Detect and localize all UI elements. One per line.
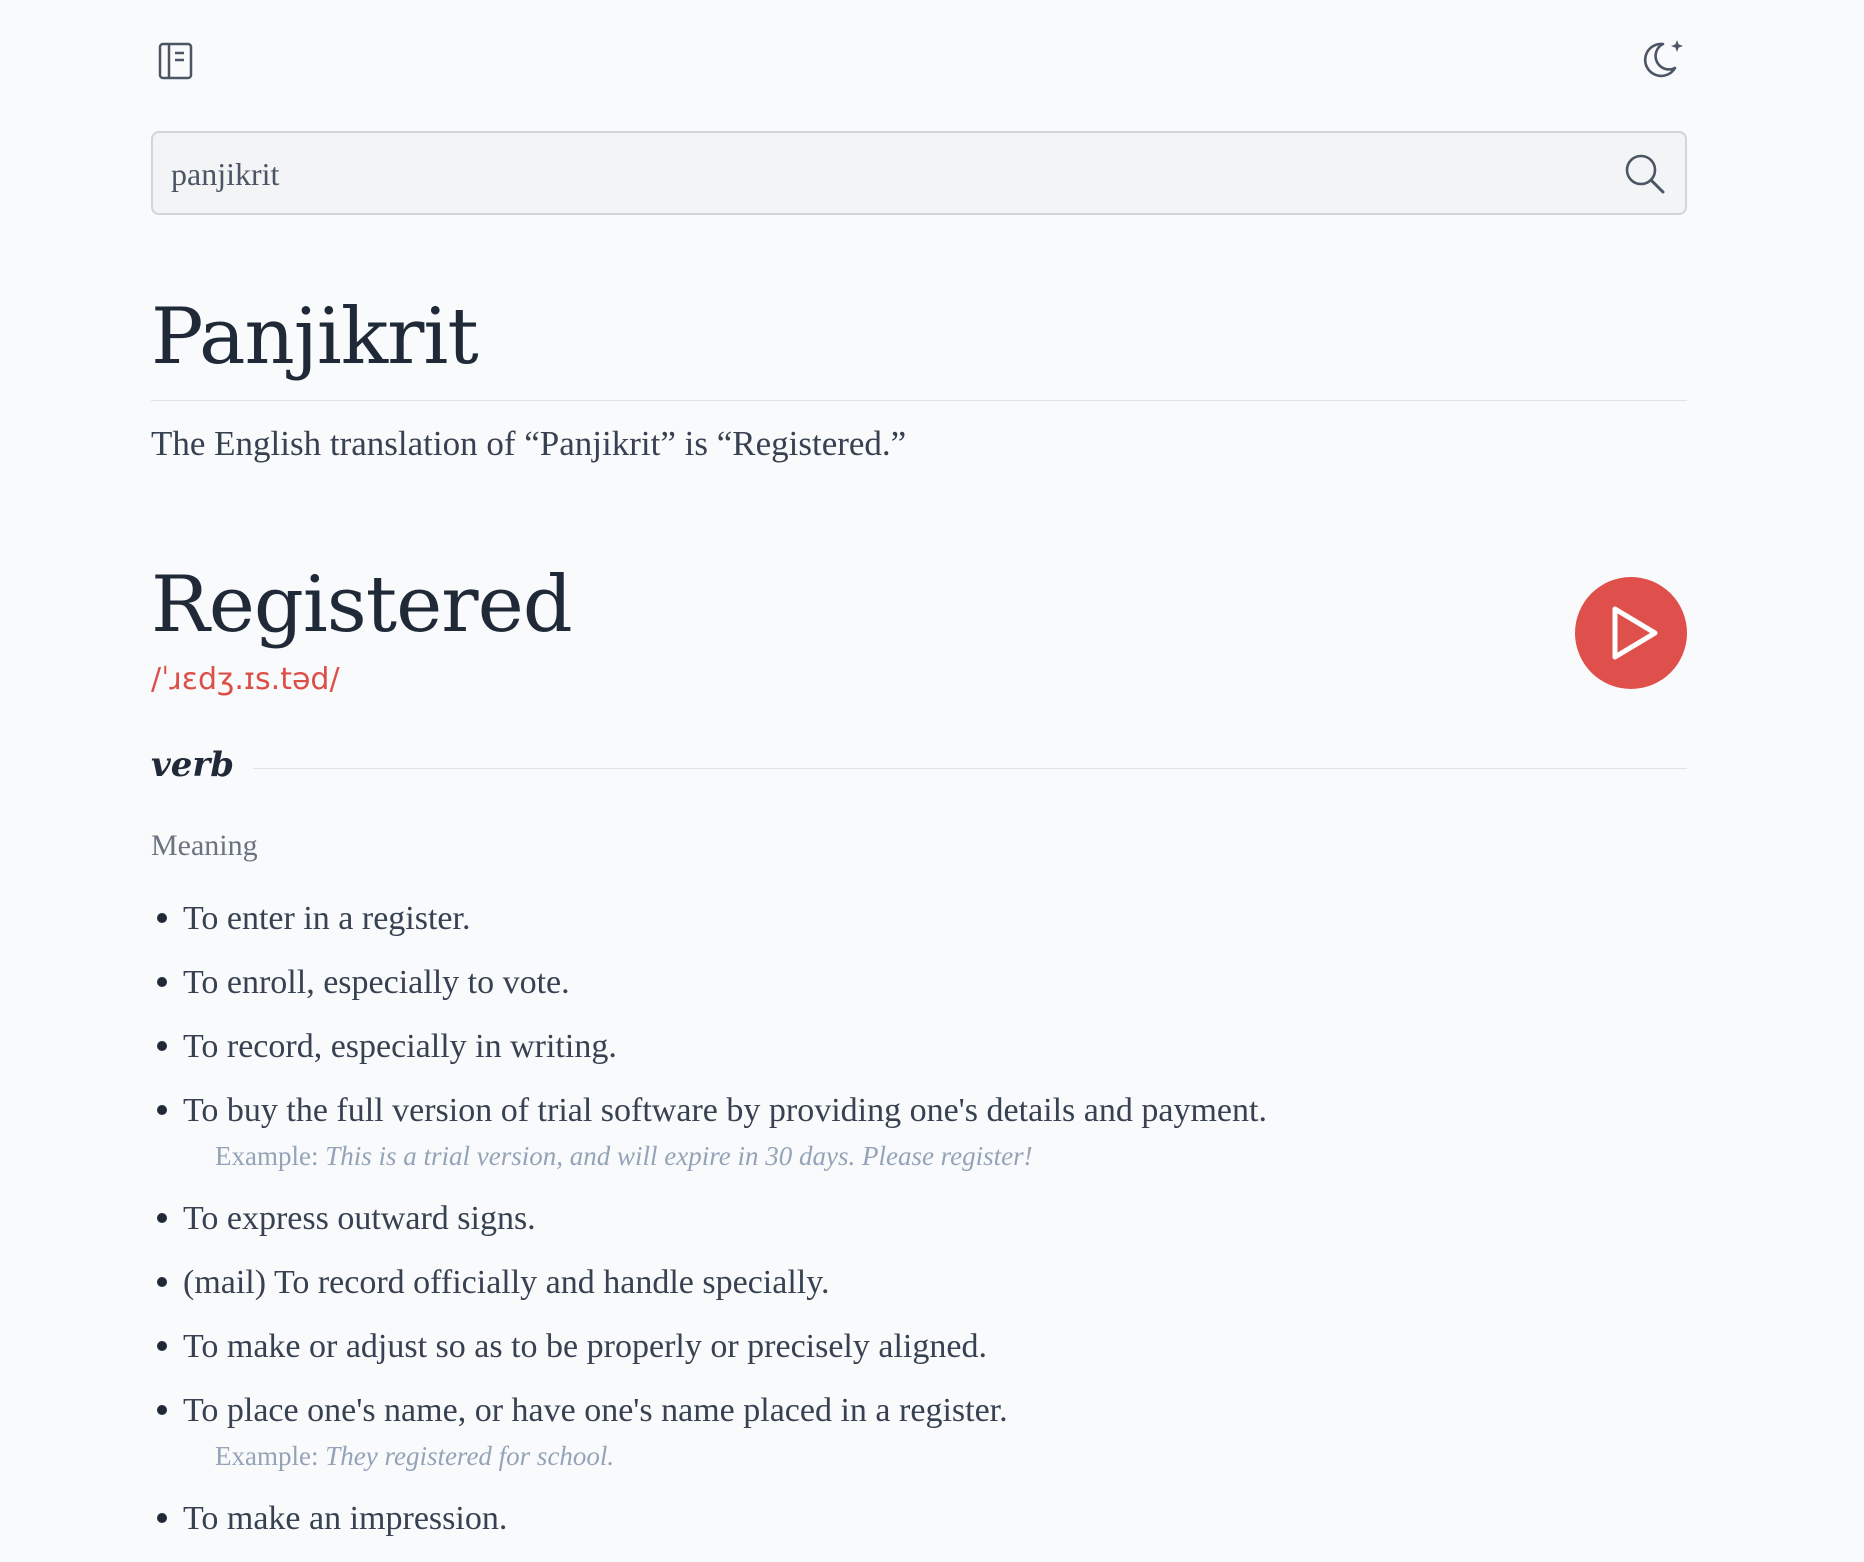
definition-text: To place one's name, or have one's name … xyxy=(183,1392,1008,1429)
headword-title: Panjikrit xyxy=(151,292,479,382)
example-text: They registered for school. xyxy=(325,1441,615,1471)
definition-text: To make or adjust so as to be properly o… xyxy=(183,1328,987,1365)
example-text: This is a trial version, and will expire… xyxy=(325,1141,1033,1171)
moon-star-icon[interactable] xyxy=(1643,36,1687,80)
meaning-label: Meaning xyxy=(151,829,258,862)
divider xyxy=(253,768,1687,769)
dictionary-page: Panjikrit The English translation of “Pa… xyxy=(0,0,1864,1562)
phonetic-text: /ˈɹɛdʒ.ɪs.təd/ xyxy=(151,662,340,697)
search-icon[interactable] xyxy=(1623,152,1667,196)
book-icon[interactable] xyxy=(157,40,195,82)
bullet xyxy=(157,1341,167,1351)
list-item: To enter in a register. xyxy=(151,887,1687,951)
example-label: Example: xyxy=(215,1441,319,1471)
list-item: To record, especially in writing. xyxy=(151,1015,1687,1079)
definition-text: (mail) To record officially and handle s… xyxy=(183,1264,830,1301)
part-of-speech-row: verb xyxy=(151,740,1687,796)
definition-text: To express outward signs. xyxy=(183,1200,536,1237)
definition-text: To make an impression. xyxy=(183,1500,508,1537)
list-item: To express outward signs. xyxy=(151,1187,1687,1251)
play-icon xyxy=(1612,606,1658,660)
word-section: Registered xyxy=(151,555,573,655)
part-of-speech: verb xyxy=(151,745,235,785)
bullet xyxy=(157,977,167,987)
list-item: To enroll, especially to vote. xyxy=(151,951,1687,1015)
definition-text: To enter in a register. xyxy=(183,900,471,937)
example-label: Example: xyxy=(215,1141,319,1171)
headword-section: Panjikrit xyxy=(151,282,1687,401)
play-audio-button[interactable] xyxy=(1575,577,1687,689)
bullet xyxy=(157,1213,167,1223)
definition-list: To enter in a register. To enroll, especi… xyxy=(151,887,1687,1551)
list-item: To place one's name, or have one's name … xyxy=(151,1379,1687,1477)
list-item: To make an impression. xyxy=(151,1487,1687,1551)
word-title: Registered xyxy=(151,560,573,650)
definition-example: Example: This is a trial version, and wi… xyxy=(183,1135,1687,1177)
main-container: Panjikrit The English translation of “Pa… xyxy=(151,0,1687,1537)
bullet xyxy=(157,1041,167,1051)
list-item: (mail) To record officially and handle s… xyxy=(151,1251,1687,1315)
list-item: To make or adjust so as to be properly o… xyxy=(151,1315,1687,1379)
translation-text: The English translation of “Panjikrit” i… xyxy=(151,424,907,463)
bullet xyxy=(157,1105,167,1115)
bullet xyxy=(157,1405,167,1415)
bullet xyxy=(157,1277,167,1287)
definition-text: To record, especially in writing. xyxy=(183,1028,617,1065)
top-bar xyxy=(151,0,1687,118)
search-input[interactable] xyxy=(169,133,1593,215)
bullet xyxy=(157,1513,167,1523)
bullet xyxy=(157,913,167,923)
definition-text: To buy the full version of trial softwar… xyxy=(183,1092,1267,1129)
definition-text: To enroll, especially to vote. xyxy=(183,964,570,1001)
search-bar xyxy=(151,131,1687,215)
list-item: To buy the full version of trial softwar… xyxy=(151,1079,1687,1177)
